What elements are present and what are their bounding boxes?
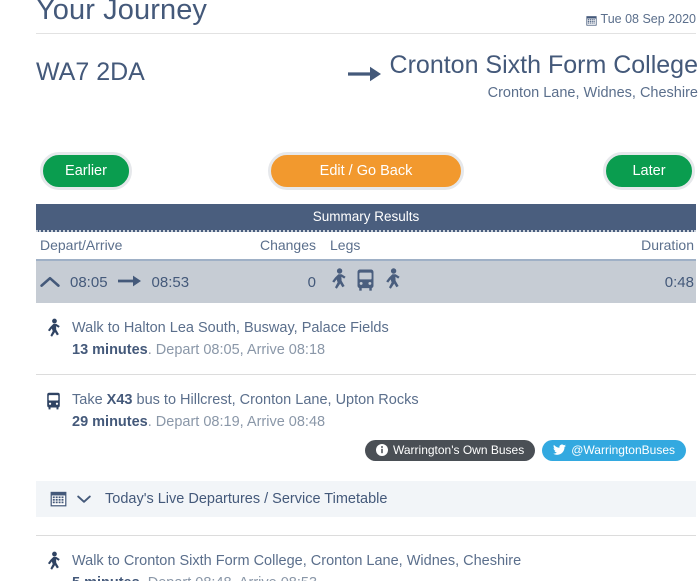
summary-column-headers: Depart/Arrive Changes Legs Duration	[36, 232, 696, 261]
journey-summary-header: WA7 2DA Cronton Sixth Form College Cront…	[0, 48, 700, 140]
calendar-icon	[585, 15, 597, 26]
leg-destination: bus to Hillcrest, Cronton Lane, Upton Ro…	[132, 391, 419, 408]
earlier-button[interactable]: Earlier	[40, 152, 132, 190]
destination-address: Cronton Lane, Widnes, Cheshire	[487, 85, 698, 101]
calendar-icon	[50, 490, 67, 507]
legs-cell	[316, 268, 436, 296]
bus-icon	[36, 389, 72, 461]
header-divider	[36, 33, 696, 34]
leg-description: Take X43 bus to Hillcrest, Cronton Lane,…	[72, 389, 696, 411]
chevron-down-icon[interactable]	[77, 492, 91, 506]
depart-time: 08:05	[70, 273, 108, 291]
leg-timing: 5 minutes. Depart 08:48, Arrive 08:53	[72, 572, 696, 581]
live-departures-label: Today's Live Departures / Service Timeta…	[105, 490, 388, 507]
depart-arrive-cell: 08:05 08:53	[36, 274, 236, 291]
journey-leg: Walk to Halton Lea South, Busway, Palace…	[36, 303, 696, 375]
leg-details: Take X43 bus to Hillcrest, Cronton Lane,…	[72, 389, 696, 461]
operator-badge-label: Warrington's Own Buses	[392, 443, 525, 458]
journey-legs: Walk to Halton Lea South, Busway, Palace…	[36, 303, 696, 473]
leg-description: Walk to Cronton Sixth Form College, Cron…	[72, 552, 522, 569]
leg-timing: 13 minutes. Depart 08:05, Arrive 08:18	[72, 339, 696, 361]
column-header-changes: Changes	[259, 237, 316, 253]
destination-block: Cronton Sixth Form College Cronton Lane,…	[278, 51, 698, 102]
leg-duration: 13 minutes	[72, 342, 148, 359]
leg-timing: 29 minutes. Depart 08:19, Arrive 08:48	[72, 411, 696, 433]
summary-results-heading: Summary Results	[36, 204, 696, 232]
leg-take-label: Take	[72, 391, 107, 408]
walk-icon	[384, 268, 401, 296]
origin-label: WA7 2DA	[36, 58, 145, 86]
later-button[interactable]: Later	[603, 152, 695, 190]
leg-details: Walk to Halton Lea South, Busway, Palace…	[72, 317, 696, 362]
changes-cell: 0	[307, 273, 316, 291]
leg-service-number: X43	[106, 391, 133, 408]
leg-details: Walk to Cronton Sixth Form College, Cron…	[72, 550, 696, 581]
operator-badges: Warrington's Own Buses @WarringtonBuses	[72, 439, 696, 461]
journey-controls: Earlier Edit / Go Back Later	[0, 146, 700, 196]
twitter-badge[interactable]: @WarringtonBuses	[542, 439, 686, 461]
journey-leg: Walk to Cronton Sixth Form College, Cron…	[36, 536, 696, 581]
arrow-right-icon	[117, 274, 142, 291]
leg-duration: 29 minutes	[72, 414, 148, 431]
leg-times: . Depart 08:19, Arrive 08:48	[147, 414, 326, 431]
journey-legs-continued: Walk to Cronton Sixth Form College, Cron…	[36, 536, 696, 581]
walk-icon	[36, 317, 72, 362]
twitter-icon	[553, 444, 567, 456]
destination-label: Cronton Sixth Form College	[389, 51, 698, 79]
column-header-duration: Duration	[641, 237, 694, 253]
arrive-time: 08:53	[151, 273, 190, 291]
twitter-badge-label: @WarringtonBuses	[571, 443, 675, 458]
live-departures-toggle[interactable]: Today's Live Departures / Service Timeta…	[36, 480, 696, 517]
leg-duration: 5 minutes	[72, 575, 140, 581]
leg-description: Walk to Halton Lea South, Busway, Palace…	[72, 320, 389, 336]
journey-results-page: Your Journey Tue 08 Sep 2020 WA7 2DA Cro…	[0, 0, 700, 581]
duration-cell: 0:48	[664, 273, 694, 291]
bus-icon	[356, 268, 375, 296]
chevron-up-icon[interactable]	[40, 274, 60, 291]
journey-date-text: Tue 08 Sep 2020	[600, 12, 696, 26]
journey-leg: Take X43 bus to Hillcrest, Cronton Lane,…	[36, 375, 696, 473]
page-header: Your Journey Tue 08 Sep 2020	[0, 0, 700, 36]
column-header-legs: Legs	[330, 237, 361, 253]
leg-times: . Depart 08:05, Arrive 08:18	[147, 342, 326, 359]
edit-go-back-button[interactable]: Edit / Go Back	[268, 152, 464, 190]
journey-date: Tue 08 Sep 2020	[585, 12, 696, 26]
leg-times: . Depart 08:48, Arrive 08:53	[140, 575, 317, 581]
summary-result-row[interactable]: 08:05 08:53 0 0:48	[36, 261, 696, 303]
info-icon	[375, 444, 388, 457]
walk-icon	[36, 550, 72, 581]
column-header-depart-arrive: Depart/Arrive	[40, 237, 123, 253]
page-title: Your Journey	[36, 0, 208, 26]
summary-results-table: Summary Results Depart/Arrive Changes Le…	[36, 204, 696, 303]
walk-icon	[330, 268, 347, 296]
operator-badge[interactable]: Warrington's Own Buses	[364, 439, 536, 461]
